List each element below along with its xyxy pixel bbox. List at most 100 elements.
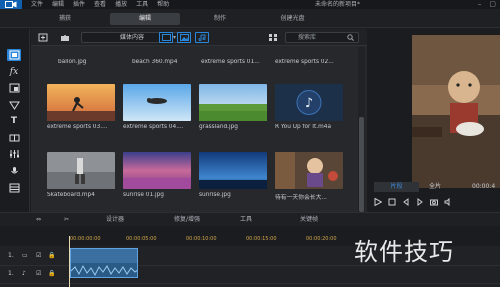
split-clip-icon[interactable]: ✂ bbox=[64, 213, 69, 227]
keyframe-button[interactable]: 关键帧 bbox=[300, 213, 318, 227]
maximize-icon[interactable]: ▢ bbox=[489, 0, 496, 9]
media-thumbnail[interactable] bbox=[199, 84, 267, 121]
title-room-icon[interactable]: T bbox=[7, 115, 21, 127]
media-thumbnail[interactable] bbox=[47, 84, 115, 121]
video-filter-button[interactable] bbox=[159, 32, 173, 43]
transition-room-icon[interactable] bbox=[7, 132, 21, 144]
media-caption: sunrise 01.jpg bbox=[123, 192, 164, 198]
ruler-tick: 00:00:20:00 bbox=[306, 236, 337, 242]
media-caption: extreme sports 01... bbox=[201, 59, 260, 65]
media-library: 媒体内容 ▾ 搜索库 ballon.jpg beach 360.mp4 extr… bbox=[31, 29, 367, 212]
media-caption: grassland.jpg bbox=[199, 124, 238, 130]
search-icon bbox=[347, 34, 354, 41]
tab-create-disc[interactable]: 创建光盘 bbox=[265, 13, 320, 25]
menu-file[interactable]: 文件 bbox=[31, 0, 43, 9]
search-placeholder: 搜索库 bbox=[298, 34, 317, 41]
media-thumbnail[interactable] bbox=[123, 152, 191, 189]
ruler-tick: 00:00:00:00 bbox=[70, 236, 101, 242]
grid-view-icon[interactable] bbox=[267, 32, 279, 43]
minimize-icon[interactable]: – bbox=[478, 0, 482, 9]
play-icon[interactable] bbox=[374, 198, 382, 206]
watermark-text: 软件技巧 bbox=[354, 238, 454, 266]
snapshot-camera-icon[interactable] bbox=[430, 198, 438, 206]
media-thumbnail[interactable] bbox=[199, 152, 267, 189]
stop-icon[interactable] bbox=[388, 198, 396, 206]
chevron-down-icon: ▾ bbox=[172, 34, 176, 41]
timeline-clip[interactable] bbox=[70, 248, 138, 278]
window-controls: – ▢ bbox=[478, 0, 496, 9]
lock-icon[interactable]: 🔒 bbox=[48, 270, 55, 277]
media-thumbnail[interactable]: ♪ bbox=[275, 84, 343, 121]
menu-bar: 文件 编辑 插件 查看 播放 工具 帮助 未命名的新项目* – ▢ bbox=[0, 0, 500, 9]
particle-room-icon[interactable] bbox=[7, 99, 21, 111]
library-toolbar: 媒体内容 ▾ 搜索库 bbox=[31, 29, 367, 46]
menu-play[interactable]: 播放 bbox=[115, 0, 127, 9]
media-caption: ballon.jpg bbox=[58, 59, 87, 65]
tab-edit[interactable]: 编辑 bbox=[110, 13, 180, 25]
preview-video bbox=[412, 35, 500, 188]
mode-tabs: 捕获 编辑 制作 创建光盘 bbox=[0, 9, 500, 28]
filter-label: 媒体内容 bbox=[120, 34, 145, 41]
track-label: 1. bbox=[8, 252, 14, 259]
audio-filter-button[interactable] bbox=[195, 32, 209, 43]
playhead[interactable] bbox=[69, 236, 70, 287]
audio-track-icon: ♪ bbox=[22, 270, 26, 277]
fix-enhance-button[interactable]: 修复/增强 bbox=[174, 213, 200, 227]
prev-frame-icon[interactable] bbox=[402, 198, 410, 206]
media-caption: extreme sports 02... bbox=[275, 59, 334, 65]
media-thumbnail[interactable] bbox=[123, 84, 191, 121]
ruler-tick: 00:00:05:00 bbox=[126, 236, 157, 242]
checkbox-icon[interactable]: ☑ bbox=[36, 252, 41, 259]
audio-mixing-icon[interactable] bbox=[7, 148, 21, 160]
media-caption: extreme sports 03.... bbox=[47, 124, 108, 130]
timeline-toolbar: ⇔ ✂ 设计器 修复/增强 工具 关键帧 bbox=[0, 212, 500, 226]
menu-tools[interactable]: 工具 bbox=[136, 0, 148, 9]
svg-text:♪: ♪ bbox=[305, 96, 313, 111]
media-thumbnail[interactable] bbox=[275, 152, 343, 189]
scroll-thumb[interactable] bbox=[359, 117, 364, 212]
preview-mode-tabs: 片段 全片 00:00:4 bbox=[374, 182, 500, 192]
tab-clip[interactable]: 片段 bbox=[374, 182, 419, 192]
volume-icon[interactable] bbox=[444, 198, 452, 206]
ruler-tick: 00:00:15:00 bbox=[246, 236, 277, 242]
menu-plugins[interactable]: 插件 bbox=[73, 0, 85, 9]
next-frame-icon[interactable] bbox=[416, 198, 424, 206]
split-icon[interactable]: ⇔ bbox=[36, 213, 41, 227]
search-input[interactable]: 搜索库 bbox=[285, 32, 359, 43]
plugin-puzzle-icon[interactable] bbox=[59, 32, 71, 43]
menu-view[interactable]: 查看 bbox=[94, 0, 106, 9]
tab-produce[interactable]: 制作 bbox=[195, 13, 245, 25]
media-caption: sunrise.jpg bbox=[199, 192, 231, 198]
video-track-icon: ▭ bbox=[22, 252, 28, 259]
media-caption: Skateboard.mp4 bbox=[47, 192, 95, 198]
media-thumbnail[interactable] bbox=[47, 152, 115, 189]
chapter-room-icon[interactable] bbox=[7, 182, 21, 194]
checkbox-icon[interactable]: ☑ bbox=[36, 270, 41, 277]
preview-panel: 片段 全片 00:00:4 bbox=[368, 29, 500, 212]
designer-button[interactable]: 设计器 bbox=[106, 213, 124, 227]
playback-controls bbox=[374, 195, 500, 209]
room-rail: fx T bbox=[0, 29, 30, 212]
media-grid: ballon.jpg beach 360.mp4 extreme sports … bbox=[31, 47, 357, 212]
track-label: 1. bbox=[8, 270, 14, 277]
app-logo-icon bbox=[0, 0, 22, 9]
tab-capture[interactable]: 捕获 bbox=[40, 13, 90, 25]
lock-icon[interactable]: 🔒 bbox=[48, 252, 55, 259]
image-filter-button[interactable] bbox=[177, 32, 191, 43]
tab-movie[interactable]: 全片 bbox=[420, 182, 450, 192]
timecode: 00:00:4 bbox=[472, 183, 496, 190]
import-media-icon[interactable] bbox=[37, 32, 49, 43]
media-caption: 待有一天你会长大... bbox=[275, 195, 327, 201]
menu-edit[interactable]: 编辑 bbox=[52, 0, 64, 9]
library-scrollbar[interactable] bbox=[358, 47, 365, 212]
media-caption: extreme sports 04.... bbox=[123, 124, 184, 130]
fx-room-icon[interactable]: fx bbox=[7, 66, 21, 78]
media-caption: R You Up for It.m4a bbox=[275, 124, 331, 130]
menu-help[interactable]: 帮助 bbox=[157, 0, 169, 9]
pip-room-icon[interactable] bbox=[7, 82, 21, 94]
project-title: 未命名的新项目* bbox=[315, 1, 361, 8]
voice-over-icon[interactable] bbox=[7, 165, 21, 177]
ruler-tick: 00:00:10:00 bbox=[186, 236, 217, 242]
media-room-icon[interactable] bbox=[7, 49, 21, 61]
tools-button[interactable]: 工具 bbox=[240, 213, 252, 227]
